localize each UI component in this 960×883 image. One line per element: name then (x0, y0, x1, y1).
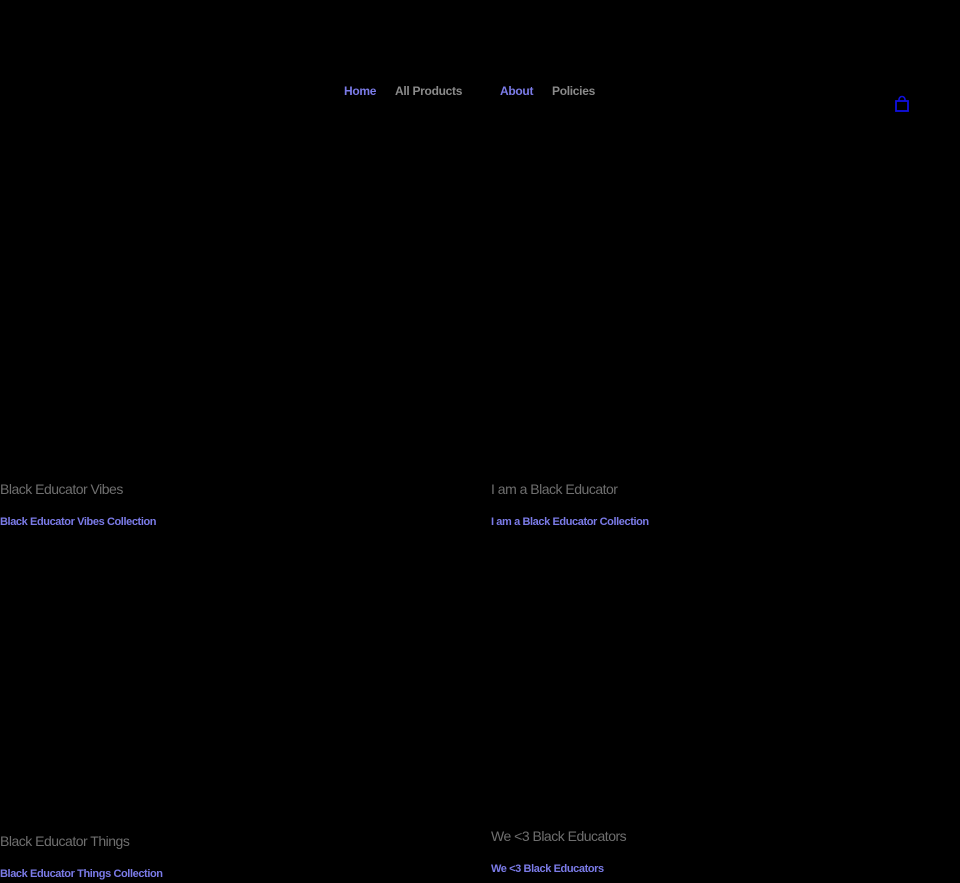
page: Home All Products About Policies Black E… (0, 0, 960, 883)
collection-title: Black Educator Vibes (0, 481, 123, 497)
collection-link[interactable]: Black Educator Things Collection (0, 867, 163, 881)
shopping-bag-icon (895, 95, 909, 112)
collection-title: We <3 Black Educators (491, 828, 627, 844)
nav-all-products-link[interactable]: All Products (395, 83, 462, 99)
collection-link[interactable]: Black Educator Vibes Collection (0, 515, 157, 529)
collection-link[interactable]: I am a Black Educator Collection (491, 515, 649, 529)
collection-link[interactable]: We <3 Black Educators (491, 862, 604, 876)
collection-tile-things[interactable]: Black Educator Things Black Educator Thi… (0, 832, 470, 883)
cart-button[interactable] (894, 95, 910, 113)
main-nav: Home All Products About Policies (0, 83, 960, 101)
collection-tile-i-am[interactable]: I am a Black Educator I am a Black Educa… (491, 480, 960, 540)
collection-title: I am a Black Educator (491, 481, 618, 497)
collection-title: Black Educator Things (0, 833, 130, 849)
nav-home-link[interactable]: Home (344, 83, 376, 99)
collection-tile-we-love[interactable]: We <3 Black Educators We <3 Black Educat… (491, 827, 960, 883)
nav-policies-link[interactable]: Policies (552, 83, 595, 99)
nav-about-link[interactable]: About (500, 83, 533, 99)
collection-tile-vibes[interactable]: Black Educator Vibes Black Educator Vibe… (0, 480, 470, 540)
